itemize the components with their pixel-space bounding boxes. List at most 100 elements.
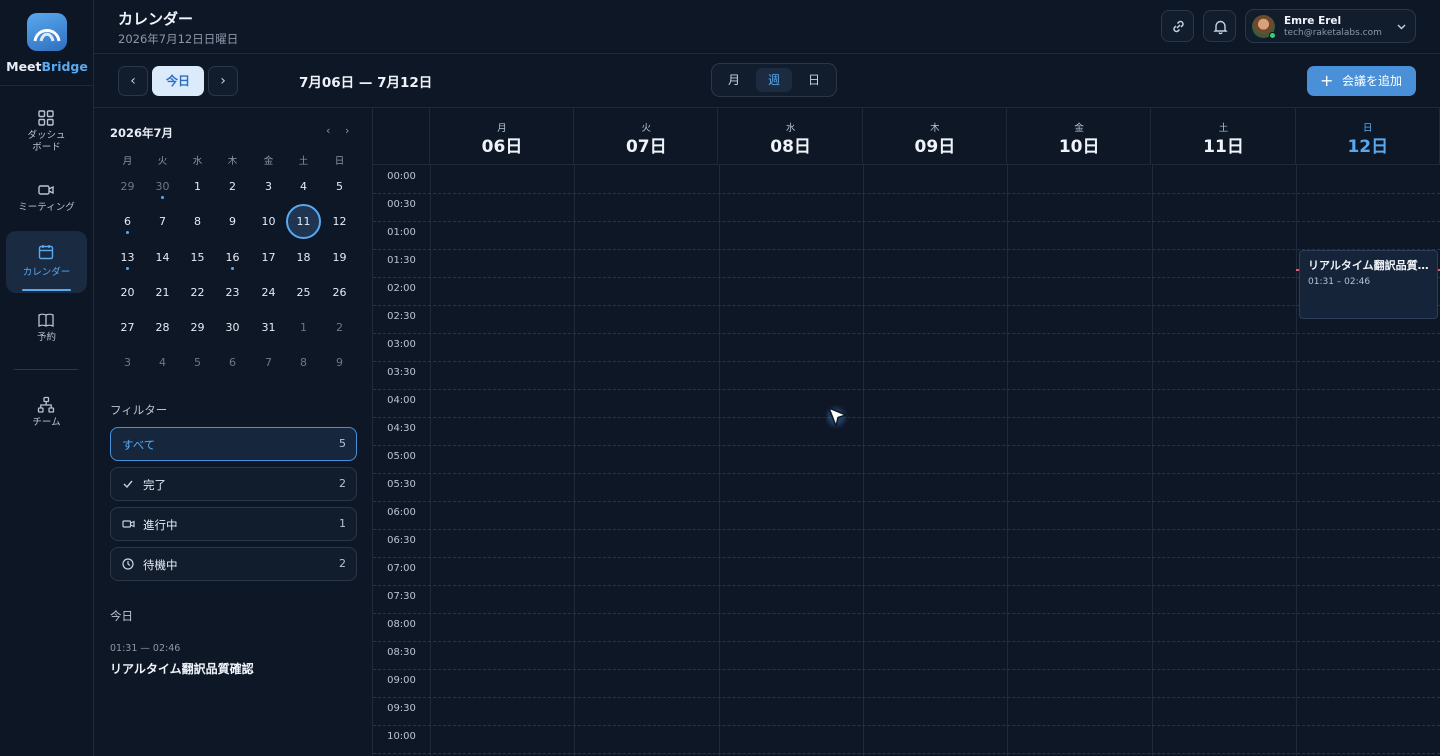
mini-calendar-day[interactable]: 19 xyxy=(322,240,357,275)
view-day-button[interactable]: 日 xyxy=(796,68,832,92)
mini-calendar-weekday: 月 xyxy=(122,156,133,167)
mini-calendar-day[interactable]: 28 xyxy=(145,310,180,345)
time-label: 05:00 xyxy=(387,451,416,462)
user-menu[interactable]: Emre Erel tech@raketalabs.com xyxy=(1245,9,1416,43)
time-label: 09:00 xyxy=(387,675,416,686)
link-icon xyxy=(1173,20,1184,33)
today-event-title[interactable]: リアルタイム翻訳品質確認 xyxy=(110,660,254,677)
time-slot-line xyxy=(373,249,1440,250)
time-label: 07:00 xyxy=(387,563,416,574)
filter-completed[interactable]: 完了 2 xyxy=(110,467,357,501)
time-slot-line xyxy=(373,221,1440,222)
next-week-button[interactable]: › xyxy=(208,66,238,96)
chevron-down-icon xyxy=(1397,24,1406,30)
view-month-button[interactable]: 月 xyxy=(716,68,752,92)
mini-calendar-day[interactable]: 9 xyxy=(322,345,357,380)
time-label: 09:30 xyxy=(387,703,416,714)
mini-calendar-day[interactable]: 6 xyxy=(215,345,250,380)
day-column-header[interactable]: 火 07日 xyxy=(574,108,719,165)
mini-calendar-day[interactable]: 22 xyxy=(180,275,215,310)
day-column-date: 09日 xyxy=(914,137,956,157)
mini-calendar-day[interactable]: 11 xyxy=(286,204,321,239)
time-slot-line xyxy=(373,417,1440,418)
calendar-icon xyxy=(38,245,54,260)
mini-calendar-day[interactable]: 18 xyxy=(286,240,321,275)
brand-part-1: Meet xyxy=(6,59,42,74)
mini-calendar-day[interactable]: 23 xyxy=(215,275,250,310)
time-slot-line xyxy=(373,473,1440,474)
mini-calendar-day[interactable]: 9 xyxy=(215,204,250,239)
mini-calendar-weekday: 日 xyxy=(334,156,345,167)
mini-calendar-day[interactable]: 27 xyxy=(110,310,145,345)
mini-calendar-prev-button[interactable]: ‹ xyxy=(326,124,330,137)
mini-calendar-day[interactable]: 4 xyxy=(286,169,321,204)
nav-calendar[interactable]: カレンダー xyxy=(6,231,87,293)
filter-pending[interactable]: 待機中 2 xyxy=(110,547,357,581)
active-indicator xyxy=(22,289,71,291)
mini-calendar-day[interactable]: 2 xyxy=(322,310,357,345)
add-meeting-button[interactable]: + 会議を追加 xyxy=(1307,66,1416,96)
day-column-header[interactable]: 木 09日 xyxy=(862,108,1007,165)
mini-calendar-day[interactable]: 1 xyxy=(286,310,321,345)
day-column-header[interactable]: 土 11日 xyxy=(1151,108,1296,165)
day-column-header[interactable]: 月 06日 xyxy=(430,108,574,165)
mini-calendar-day[interactable]: 17 xyxy=(251,240,286,275)
nav-meeting[interactable]: ミーティング xyxy=(6,173,87,233)
mini-calendar-day[interactable]: 10 xyxy=(251,204,286,239)
mini-calendar-day[interactable]: 30 xyxy=(215,310,250,345)
mini-calendar-day[interactable]: 5 xyxy=(180,345,215,380)
header: カレンダー 2026年7月12日日曜日 Emre Erel tech@raket… xyxy=(94,0,1440,54)
mini-calendar-day[interactable]: 14 xyxy=(145,240,180,275)
mini-calendar-day[interactable]: 3 xyxy=(251,169,286,204)
filter-completed-count: 2 xyxy=(339,477,346,490)
mini-calendar-day[interactable]: 5 xyxy=(322,169,357,204)
logo-icon[interactable] xyxy=(27,13,67,51)
prev-week-button[interactable]: ‹ xyxy=(118,66,148,96)
mini-calendar-day[interactable]: 29 xyxy=(180,310,215,345)
filter-all-count: 5 xyxy=(339,437,346,450)
mini-calendar-weekday: 土 xyxy=(298,156,309,167)
day-column-date: 08日 xyxy=(770,137,811,157)
filter-all[interactable]: すべて 5 xyxy=(110,427,357,461)
mini-calendar-next-button[interactable]: › xyxy=(345,124,349,137)
nav-dashboard[interactable]: ダッシュ ボード xyxy=(6,101,87,161)
notifications-button[interactable] xyxy=(1203,10,1236,42)
time-label: 00:00 xyxy=(387,171,416,182)
view-week-button[interactable]: 週 xyxy=(756,68,792,92)
nav-team[interactable]: チーム xyxy=(6,388,87,448)
time-slot-line xyxy=(373,193,1440,194)
mini-calendar-day[interactable]: 15 xyxy=(180,240,215,275)
mini-calendar-day[interactable]: 3 xyxy=(110,345,145,380)
plus-icon: + xyxy=(1320,71,1334,90)
mini-calendar-day[interactable]: 29 xyxy=(110,169,145,204)
mini-calendar-day[interactable]: 8 xyxy=(180,204,215,239)
day-column-date: 10日 xyxy=(1058,137,1100,157)
day-column-date: 11日 xyxy=(1203,137,1244,157)
today-event-time: 01:31 — 02:46 xyxy=(110,643,181,654)
side-panel: 2026年7月 ‹ › 月火水木金土日 29 30 1 2 3 4 5 6 7 8 9 10 11 12 13… xyxy=(94,108,373,756)
mini-calendar-day[interactable]: 7 xyxy=(251,345,286,380)
day-column-header[interactable]: 水 08日 xyxy=(718,108,863,165)
day-column-header[interactable]: 日 12日 xyxy=(1295,108,1440,165)
day-column-header[interactable]: 金 10日 xyxy=(1007,108,1152,165)
mini-calendar-day[interactable]: 31 xyxy=(251,310,286,345)
copy-link-button[interactable] xyxy=(1161,10,1194,42)
mini-calendar-day[interactable]: 25 xyxy=(286,275,321,310)
time-slot-line xyxy=(373,333,1440,334)
filter-in-progress[interactable]: 進行中 1 xyxy=(110,507,357,541)
mini-calendar-day[interactable]: 21 xyxy=(145,275,180,310)
today-button[interactable]: 今日 xyxy=(152,66,204,96)
time-slot-line xyxy=(373,641,1440,642)
mini-calendar-day[interactable]: 8 xyxy=(286,345,321,380)
mini-calendar-day[interactable]: 20 xyxy=(110,275,145,310)
mini-calendar-day[interactable]: 2 xyxy=(215,169,250,204)
mini-calendar-day[interactable]: 12 xyxy=(322,204,357,239)
mini-calendar-weekday: 金 xyxy=(263,156,274,167)
calendar-event[interactable]: リアルタイム翻訳品質確認 01:31 – 02:46 xyxy=(1299,250,1438,319)
nav-booking[interactable]: 予約 xyxy=(6,303,87,363)
mini-calendar-day[interactable]: 1 xyxy=(180,169,215,204)
mini-calendar-day[interactable]: 4 xyxy=(145,345,180,380)
mini-calendar-day[interactable]: 24 xyxy=(251,275,286,310)
mini-calendar-day[interactable]: 26 xyxy=(322,275,357,310)
mini-calendar-day[interactable]: 7 xyxy=(145,204,180,239)
